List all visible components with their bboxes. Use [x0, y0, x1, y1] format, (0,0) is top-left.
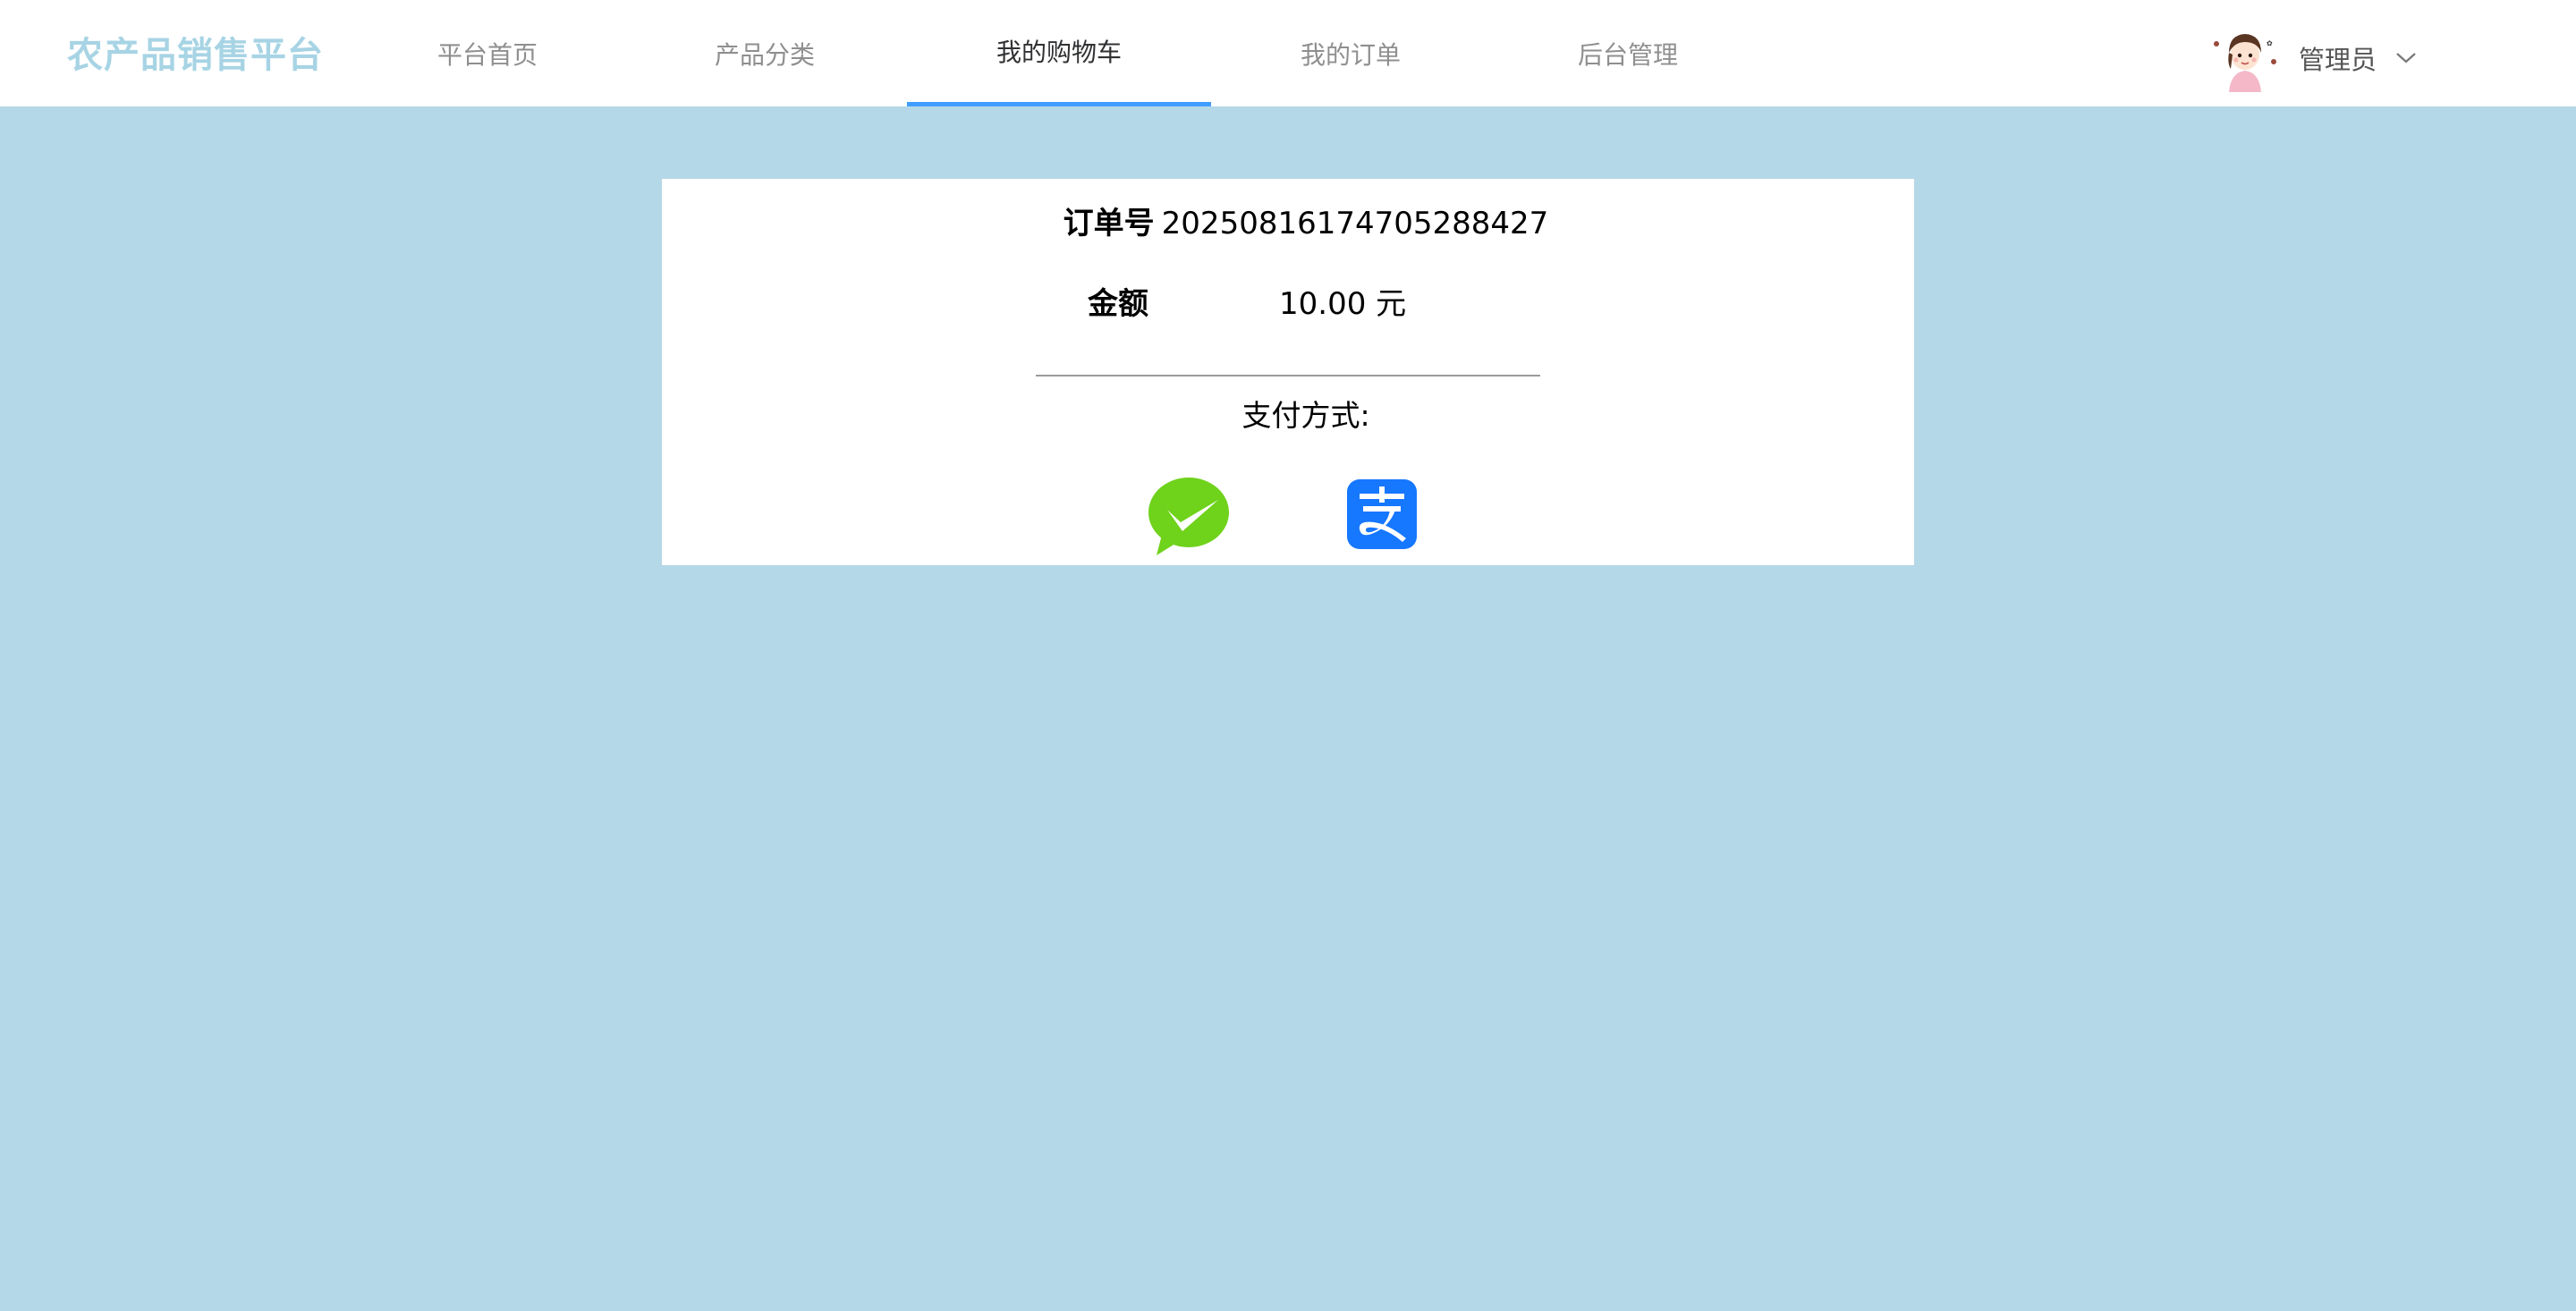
nav-item-home[interactable]: 平台首页: [420, 0, 555, 106]
nav-item-cart[interactable]: 我的购物车: [907, 0, 1211, 106]
wechat-pay-icon: [1148, 478, 1229, 555]
nav-item-categories[interactable]: 产品分类: [698, 0, 832, 106]
amount-label: 金额: [1088, 286, 1148, 322]
nav-item-label: 我的订单: [1300, 39, 1401, 70]
amount-value: 10.00 元: [1279, 286, 1407, 322]
avatar[interactable]: ✿: [2209, 22, 2281, 94]
nav-item-label: 产品分类: [714, 39, 815, 70]
order-number-label: 订单号: [1063, 206, 1155, 241]
divider: [1036, 375, 1540, 376]
top-navbar: 农产品销售平台 平台首页 产品分类 我的购物车 我的订单 后台管理 ✿ 管理员: [0, 0, 2576, 106]
cartoon-avatar-icon: ✿: [2209, 22, 2281, 94]
order-number-row: 订单号 20250816174705288427: [662, 199, 1950, 242]
svg-text:✿: ✿: [2267, 39, 2273, 47]
payment-card: 订单号 20250816174705288427 金额 10.00 元 支付方式:: [662, 179, 1914, 565]
payment-method-label: 支付方式:: [1241, 398, 1370, 433]
nav-item-label: 平台首页: [436, 39, 538, 70]
alipay-button[interactable]: [1347, 479, 1417, 549]
user-menu[interactable]: ✿ 管理员: [2209, 22, 2418, 94]
nav-item-label: 后台管理: [1577, 39, 1678, 70]
nav-item-orders[interactable]: 我的订单: [1284, 0, 1418, 106]
chevron-down-icon[interactable]: [2394, 51, 2418, 65]
brand-title: 农产品销售平台: [67, 35, 324, 76]
order-number-value: 20250816174705288427: [1161, 206, 1549, 241]
wechat-pay-button[interactable]: [1148, 476, 1232, 556]
nav-item-label: 我的购物车: [996, 38, 1122, 67]
username: 管理员: [2299, 45, 2377, 75]
alipay-icon: [1347, 479, 1417, 549]
nav-item-admin[interactable]: 后台管理: [1561, 0, 1695, 106]
